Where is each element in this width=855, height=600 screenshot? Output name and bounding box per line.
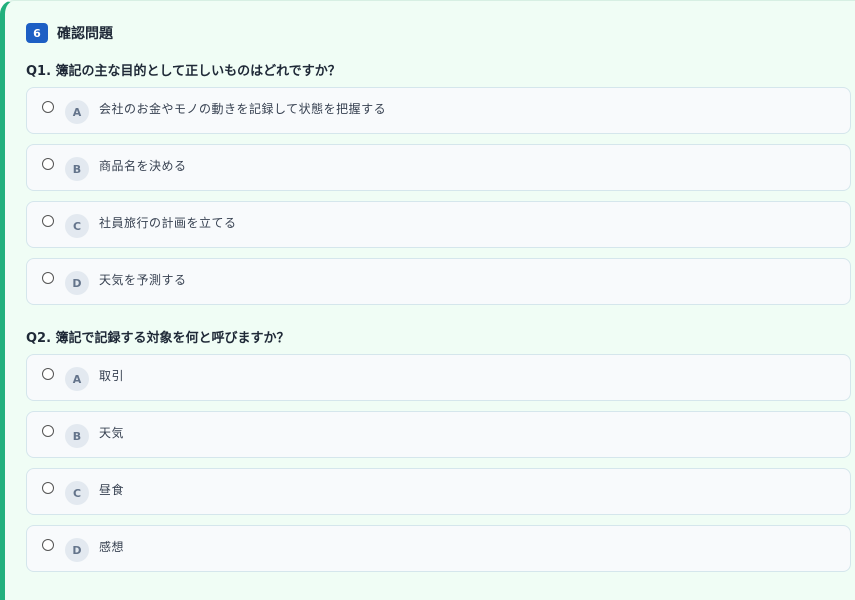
section-header: 6 確認問題 xyxy=(26,23,113,43)
q1-option-b[interactable]: B 商品名を決める xyxy=(26,144,851,191)
option-label: 会社のお金やモノの動きを記録して状態を把握する xyxy=(99,102,387,116)
q2-option-c[interactable]: C 昼食 xyxy=(26,468,851,515)
q1-option-d[interactable]: D 天気を予測する xyxy=(26,258,851,305)
option-letter-badge: A xyxy=(65,367,89,391)
option-label: 昼食 xyxy=(99,483,125,497)
radio-button[interactable] xyxy=(42,425,54,437)
radio-button[interactable] xyxy=(42,539,54,551)
q2-option-b[interactable]: B 天気 xyxy=(26,411,851,458)
option-letter-badge: B xyxy=(65,424,89,448)
option-label: 天気を予測する xyxy=(99,273,187,287)
section-number-badge: 6 xyxy=(26,23,48,43)
option-letter-badge: A xyxy=(65,100,89,124)
radio-button[interactable] xyxy=(42,215,54,227)
radio-button[interactable] xyxy=(42,101,54,113)
option-letter-badge: D xyxy=(65,271,89,295)
q2-option-a[interactable]: A 取引 xyxy=(26,354,851,401)
option-label: 天気 xyxy=(99,426,125,440)
radio-button[interactable] xyxy=(42,158,54,170)
option-label: 取引 xyxy=(99,369,125,383)
question-2-text: Q2. 簿記で記録する対象を何と呼びますか？ xyxy=(26,331,290,346)
radio-button[interactable] xyxy=(42,482,54,494)
radio-button[interactable] xyxy=(42,272,54,284)
question-1-text: Q1. 簿記の主な目的として正しいものはどれですか？ xyxy=(26,64,341,79)
option-letter-badge: B xyxy=(65,157,89,181)
option-letter-badge: C xyxy=(65,481,89,505)
option-label: 感想 xyxy=(99,540,125,554)
option-label: 社員旅行の計画を立てる xyxy=(99,216,237,230)
section-title: 確認問題 xyxy=(57,26,113,42)
option-label: 商品名を決める xyxy=(99,159,187,173)
q1-option-a[interactable]: A 会社のお金やモノの動きを記録して状態を把握する xyxy=(26,87,851,134)
quiz-card: 6 確認問題 Q1. 簿記の主な目的として正しいものはどれですか？ A 会社のお… xyxy=(0,0,855,600)
radio-button[interactable] xyxy=(42,368,54,380)
option-letter-badge: D xyxy=(65,538,89,562)
option-letter-badge: C xyxy=(65,214,89,238)
q1-option-c[interactable]: C 社員旅行の計画を立てる xyxy=(26,201,851,248)
q2-option-d[interactable]: D 感想 xyxy=(26,525,851,572)
